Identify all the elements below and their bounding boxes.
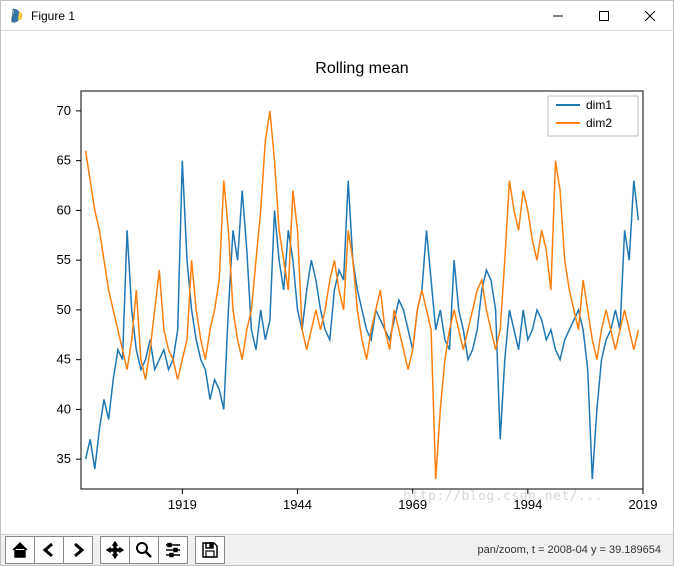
sliders-icon [164, 541, 182, 559]
zoom-button[interactable] [129, 536, 159, 564]
home-icon [11, 541, 29, 559]
configure-button[interactable] [158, 536, 188, 564]
toolbar: pan/zoom, t = 2008-04 y = 39.189654 [1, 534, 673, 565]
svg-text:60: 60 [57, 202, 71, 217]
window-title: Figure 1 [31, 9, 535, 23]
svg-text:1919: 1919 [168, 497, 197, 512]
svg-text:50: 50 [57, 302, 71, 317]
svg-text:2019: 2019 [629, 497, 658, 512]
forward-button[interactable] [63, 536, 93, 564]
pan-button[interactable] [100, 536, 130, 564]
status-text: pan/zoom, t = 2008-04 y = 39.189654 [232, 544, 669, 556]
window: Figure 1 35 40 45 50 55 60 65 70 1919 1944 1969 199… [0, 0, 674, 566]
save-button[interactable] [195, 536, 225, 564]
svg-text:dim1: dim1 [586, 98, 612, 112]
titlebar: Figure 1 [1, 1, 673, 31]
svg-text:dim2: dim2 [586, 116, 612, 130]
svg-text:45: 45 [57, 352, 71, 367]
back-button[interactable] [34, 536, 64, 564]
arrow-left-icon [40, 541, 58, 559]
maximize-button[interactable] [581, 1, 627, 31]
save-icon [201, 541, 219, 559]
svg-text:1994: 1994 [513, 497, 542, 512]
zoom-icon [135, 541, 153, 559]
svg-text:Rolling mean: Rolling mean [315, 60, 408, 77]
move-icon [106, 541, 124, 559]
svg-text:1969: 1969 [398, 497, 427, 512]
svg-text:1944: 1944 [283, 497, 312, 512]
plot-area[interactable]: 35 40 45 50 55 60 65 70 1919 1944 1969 1994 2019 Roll… [1, 31, 673, 534]
close-button[interactable] [627, 1, 673, 31]
home-button[interactable] [5, 536, 35, 564]
svg-text:55: 55 [57, 252, 71, 267]
chart-canvas: 35 40 45 50 55 60 65 70 1919 1944 1969 1994 2019 Roll… [1, 31, 673, 529]
svg-text:70: 70 [57, 103, 71, 118]
app-icon [9, 8, 25, 24]
minimize-button[interactable] [535, 1, 581, 31]
svg-text:65: 65 [57, 153, 71, 168]
svg-text:40: 40 [57, 401, 71, 416]
svg-text:35: 35 [57, 451, 71, 466]
arrow-right-icon [69, 541, 87, 559]
